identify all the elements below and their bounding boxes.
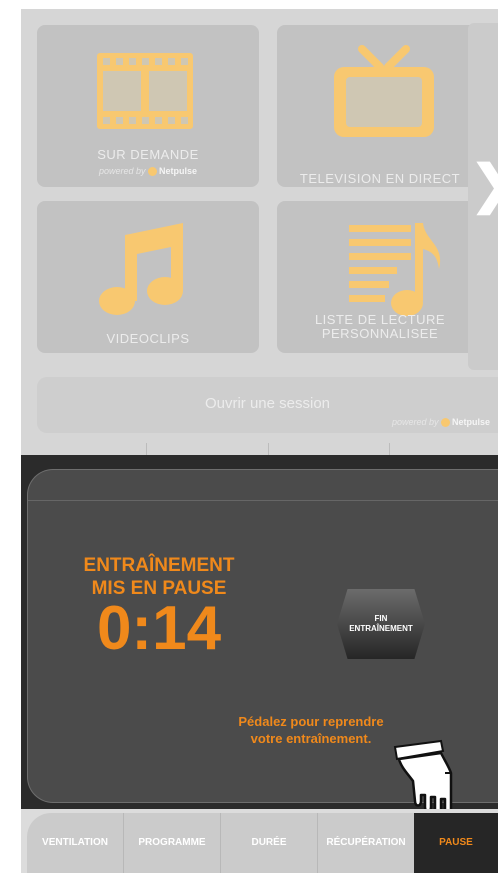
- chevron-right-icon[interactable]: ❯: [470, 159, 498, 211]
- tab-ventilation[interactable]: VENTILATION: [27, 813, 124, 873]
- tab-pause[interactable]: PAUSE: [414, 813, 498, 873]
- netpulse-brand: Netpulse: [159, 166, 198, 176]
- tab-programme[interactable]: PROGRAMME: [124, 813, 221, 873]
- netpulse-logo-icon: [440, 418, 450, 428]
- tile-custom-playlist[interactable]: LISTE DE LECTURE PERSONNALISEE: [277, 201, 483, 353]
- login-button[interactable]: Ouvrir une session powered by Netpulse: [37, 377, 498, 433]
- pause-overlay: ENTRAÎNEMENT MIS EN PAUSE 0:14 FIN ENTRA…: [21, 455, 498, 831]
- end-workout-button[interactable]: FIN ENTRAÎNEMENT: [337, 589, 425, 659]
- tile-on-demand[interactable]: SUR DEMANDE powered by Netpulse: [37, 25, 259, 187]
- login-button-label: Ouvrir une session: [204, 395, 331, 412]
- bottom-tab-bar: VENTILATION PROGRAMME DURÉE RÉCUPÉRATION…: [21, 809, 498, 873]
- media-tiles-area: SUR DEMANDE powered by Netpulse TELEVISI…: [21, 9, 498, 455]
- tv-icon: [334, 45, 434, 137]
- tile-on-demand-label: SUR DEMANDE: [97, 147, 199, 162]
- netpulse-logo-icon: [148, 167, 158, 177]
- netpulse-brand: Netpulse: [451, 417, 490, 427]
- music-note-icon: [99, 223, 183, 315]
- tile-videoclips[interactable]: VIDEOCLIPS: [37, 201, 259, 353]
- powered-by-text: powered by: [98, 166, 146, 176]
- end-workout-button-label: FIN ENTRAÎNEMENT: [337, 614, 425, 634]
- divider-tick: [146, 443, 147, 455]
- tile-live-tv-label: TELEVISION EN DIRECT: [299, 171, 461, 186]
- tile-custom-playlist-label-line2: PERSONNALISEE: [321, 326, 439, 341]
- panel-divider: [28, 500, 498, 501]
- tile-live-tv[interactable]: TELEVISION EN DIRECT: [277, 25, 483, 187]
- workout-paused-title-line1: ENTRAÎNEMENT: [83, 555, 235, 576]
- tile-videoclips-label: VIDEOCLIPS: [106, 331, 190, 346]
- login-powered: powered by Netpulse: [391, 417, 490, 428]
- divider-tick: [389, 443, 390, 455]
- divider-tick: [268, 443, 269, 455]
- tile-custom-playlist-label-line1: LISTE DE LECTURE: [314, 312, 446, 327]
- film-icon: [97, 53, 193, 129]
- tile-custom-playlist-label: LISTE DE LECTURE PERSONNALISEE: [277, 313, 483, 341]
- resume-instruction-line1: Pédalez pour reprendre: [238, 714, 384, 729]
- powered-by-text: powered by: [391, 417, 439, 427]
- tab-recuperation[interactable]: RÉCUPÉRATION: [318, 813, 414, 873]
- end-workout-label-line1: FIN: [374, 614, 388, 623]
- end-workout-label-line2: ENTRAÎNEMENT: [349, 624, 413, 633]
- elapsed-timer: 0:14: [96, 594, 222, 663]
- tab-duree[interactable]: DURÉE: [221, 813, 318, 873]
- tile-on-demand-powered: powered by Netpulse: [37, 166, 259, 177]
- screen: SUR DEMANDE powered by Netpulse TELEVISI…: [21, 9, 498, 873]
- playlist-icon: [349, 223, 441, 316]
